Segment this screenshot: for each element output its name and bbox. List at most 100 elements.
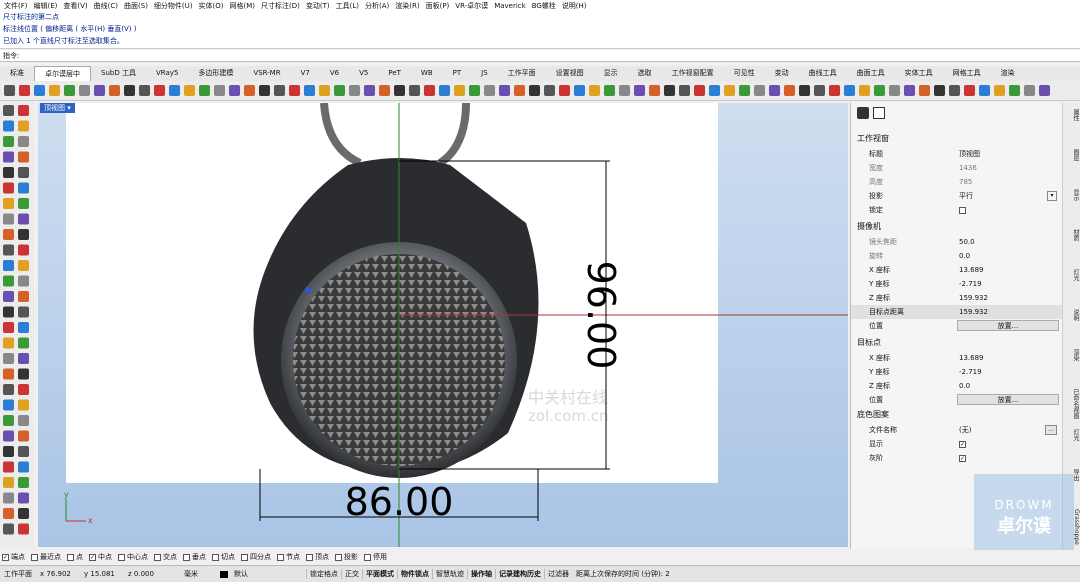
menu-item[interactable]: 查看(V) xyxy=(63,1,87,11)
target-place-button[interactable]: 放置... xyxy=(957,394,1059,405)
tool-icon[interactable] xyxy=(3,415,14,426)
toolbar-tab[interactable]: PT xyxy=(443,66,472,81)
toolbar-tab[interactable]: WB xyxy=(411,66,443,81)
tool-icon[interactable] xyxy=(559,85,570,96)
lens-value[interactable]: 50.0 xyxy=(959,235,975,249)
tool-icon[interactable] xyxy=(109,85,120,96)
osnap-checkbox[interactable] xyxy=(154,553,161,561)
toolbar-tab[interactable]: 选取 xyxy=(628,66,662,81)
browse-button[interactable]: ... xyxy=(1045,425,1057,435)
tool-icon[interactable] xyxy=(454,85,465,96)
tool-icon[interactable] xyxy=(49,85,60,96)
toolbar-tab[interactable]: V6 xyxy=(320,66,349,81)
toolbar-tab[interactable]: V7 xyxy=(291,66,320,81)
tool-icon[interactable] xyxy=(604,85,615,96)
tool-icon[interactable] xyxy=(3,461,14,473)
tool-icon[interactable] xyxy=(394,85,405,96)
title-value[interactable]: 顶视图 xyxy=(959,147,980,161)
menu-item[interactable]: 曲面(S) xyxy=(124,1,148,11)
status-toggle[interactable]: 物件锁点 xyxy=(397,569,432,579)
tool-icon[interactable] xyxy=(18,384,29,395)
tool-icon[interactable] xyxy=(754,85,765,96)
tool-icon[interactable] xyxy=(784,85,795,96)
tool-icon[interactable] xyxy=(244,85,255,96)
tool-icon[interactable] xyxy=(3,353,14,364)
tool-icon[interactable] xyxy=(274,85,285,96)
toolbar-tab[interactable]: 工作平面 xyxy=(498,66,546,81)
status-toggle[interactable]: 平面模式 xyxy=(362,569,397,579)
target-x-value[interactable]: 13.689 xyxy=(959,351,984,365)
tool-icon[interactable] xyxy=(34,85,45,96)
menu-item[interactable]: 网格(M) xyxy=(230,1,256,11)
toolbar-tab[interactable]: 网格工具 xyxy=(943,66,991,81)
grayscale-checkbox[interactable]: ✓ xyxy=(959,454,966,462)
side-tab[interactable]: 已命名视图 xyxy=(1064,389,1080,425)
tool-icon[interactable] xyxy=(3,244,14,256)
tool-icon[interactable] xyxy=(18,167,29,178)
menu-item[interactable]: BG螺栓 xyxy=(532,1,556,11)
show-checkbox[interactable]: ✓ xyxy=(959,440,966,448)
toolbar-tab[interactable]: 可见性 xyxy=(724,66,765,81)
camera-icon[interactable] xyxy=(857,107,869,119)
tool-icon[interactable] xyxy=(334,85,345,96)
toolbar-tab[interactable]: 实体工具 xyxy=(895,66,943,81)
tool-icon[interactable] xyxy=(484,85,495,96)
status-toggle[interactable]: 正交 xyxy=(341,569,362,579)
menu-item[interactable]: 曲线(C) xyxy=(94,1,118,11)
side-tab[interactable]: 灯光 xyxy=(1064,269,1080,305)
camera-place-button[interactable]: 放置... xyxy=(957,320,1059,331)
tool-icon[interactable] xyxy=(319,85,330,96)
tool-icon[interactable] xyxy=(199,85,210,96)
tool-icon[interactable] xyxy=(364,85,375,96)
tool-icon[interactable] xyxy=(3,151,14,163)
tool-icon[interactable] xyxy=(349,85,360,96)
toolbar-tab[interactable]: 设置视图 xyxy=(546,66,594,81)
osnap-checkbox[interactable] xyxy=(183,553,190,561)
tool-icon[interactable] xyxy=(739,85,750,96)
tool-icon[interactable] xyxy=(18,198,29,209)
tool-icon[interactable] xyxy=(18,275,29,287)
toolbar-tab[interactable]: 标准 xyxy=(0,66,34,81)
tool-icon[interactable] xyxy=(19,85,30,96)
osnap-option[interactable]: 顶点 xyxy=(306,552,329,562)
tool-icon[interactable] xyxy=(904,85,915,96)
menu-item[interactable]: Maverick xyxy=(494,2,526,10)
tool-icon[interactable] xyxy=(94,85,105,96)
tool-icon[interactable] xyxy=(3,430,14,442)
tool-icon[interactable] xyxy=(229,85,240,96)
tool-icon[interactable] xyxy=(18,105,29,116)
tool-icon[interactable] xyxy=(139,85,150,96)
osnap-option[interactable]: ✓ 端点 xyxy=(2,552,25,562)
tool-icon[interactable] xyxy=(259,85,270,96)
status-layer[interactable]: 默认 xyxy=(216,569,306,579)
side-tab[interactable]: 图层 xyxy=(1064,149,1080,185)
tool-icon[interactable] xyxy=(18,508,29,519)
tool-icon[interactable] xyxy=(844,85,855,96)
osnap-option[interactable]: 投影 xyxy=(335,552,358,562)
menu-item[interactable]: VR-卓尔谟 xyxy=(455,1,488,11)
tool-icon[interactable] xyxy=(409,85,420,96)
rotation-value[interactable]: 0.0 xyxy=(959,249,970,263)
osnap-option[interactable]: 中心点 xyxy=(118,552,148,562)
side-tab[interactable]: 灯光 xyxy=(1064,429,1080,465)
tool-icon[interactable] xyxy=(3,523,14,535)
tool-icon[interactable] xyxy=(769,85,780,96)
osnap-option[interactable]: 垂点 xyxy=(183,552,206,562)
tool-icon[interactable] xyxy=(814,85,825,96)
tool-icon[interactable] xyxy=(18,477,29,488)
status-unit[interactable]: 毫米 xyxy=(180,569,216,579)
tool-icon[interactable] xyxy=(18,492,29,504)
tool-icon[interactable] xyxy=(3,275,14,287)
tool-icon[interactable] xyxy=(64,85,75,96)
tool-icon[interactable] xyxy=(3,229,14,240)
viewport-title[interactable]: 顶视图 ▾ xyxy=(40,103,75,113)
tool-icon[interactable] xyxy=(18,461,29,473)
tool-icon[interactable] xyxy=(3,306,14,318)
tool-icon[interactable] xyxy=(169,85,180,96)
tool-icon[interactable] xyxy=(3,291,14,302)
viewport-top[interactable]: 中关村在线 zol.com.cn 86.00 96.00 y x 顶视图 ▾ xyxy=(38,103,848,547)
toolbar-tab[interactable]: VRay5 xyxy=(146,66,188,81)
camera-x-value[interactable]: 13.689 xyxy=(959,263,984,277)
tool-icon[interactable] xyxy=(79,85,90,96)
target-z-value[interactable]: 0.0 xyxy=(959,379,970,393)
